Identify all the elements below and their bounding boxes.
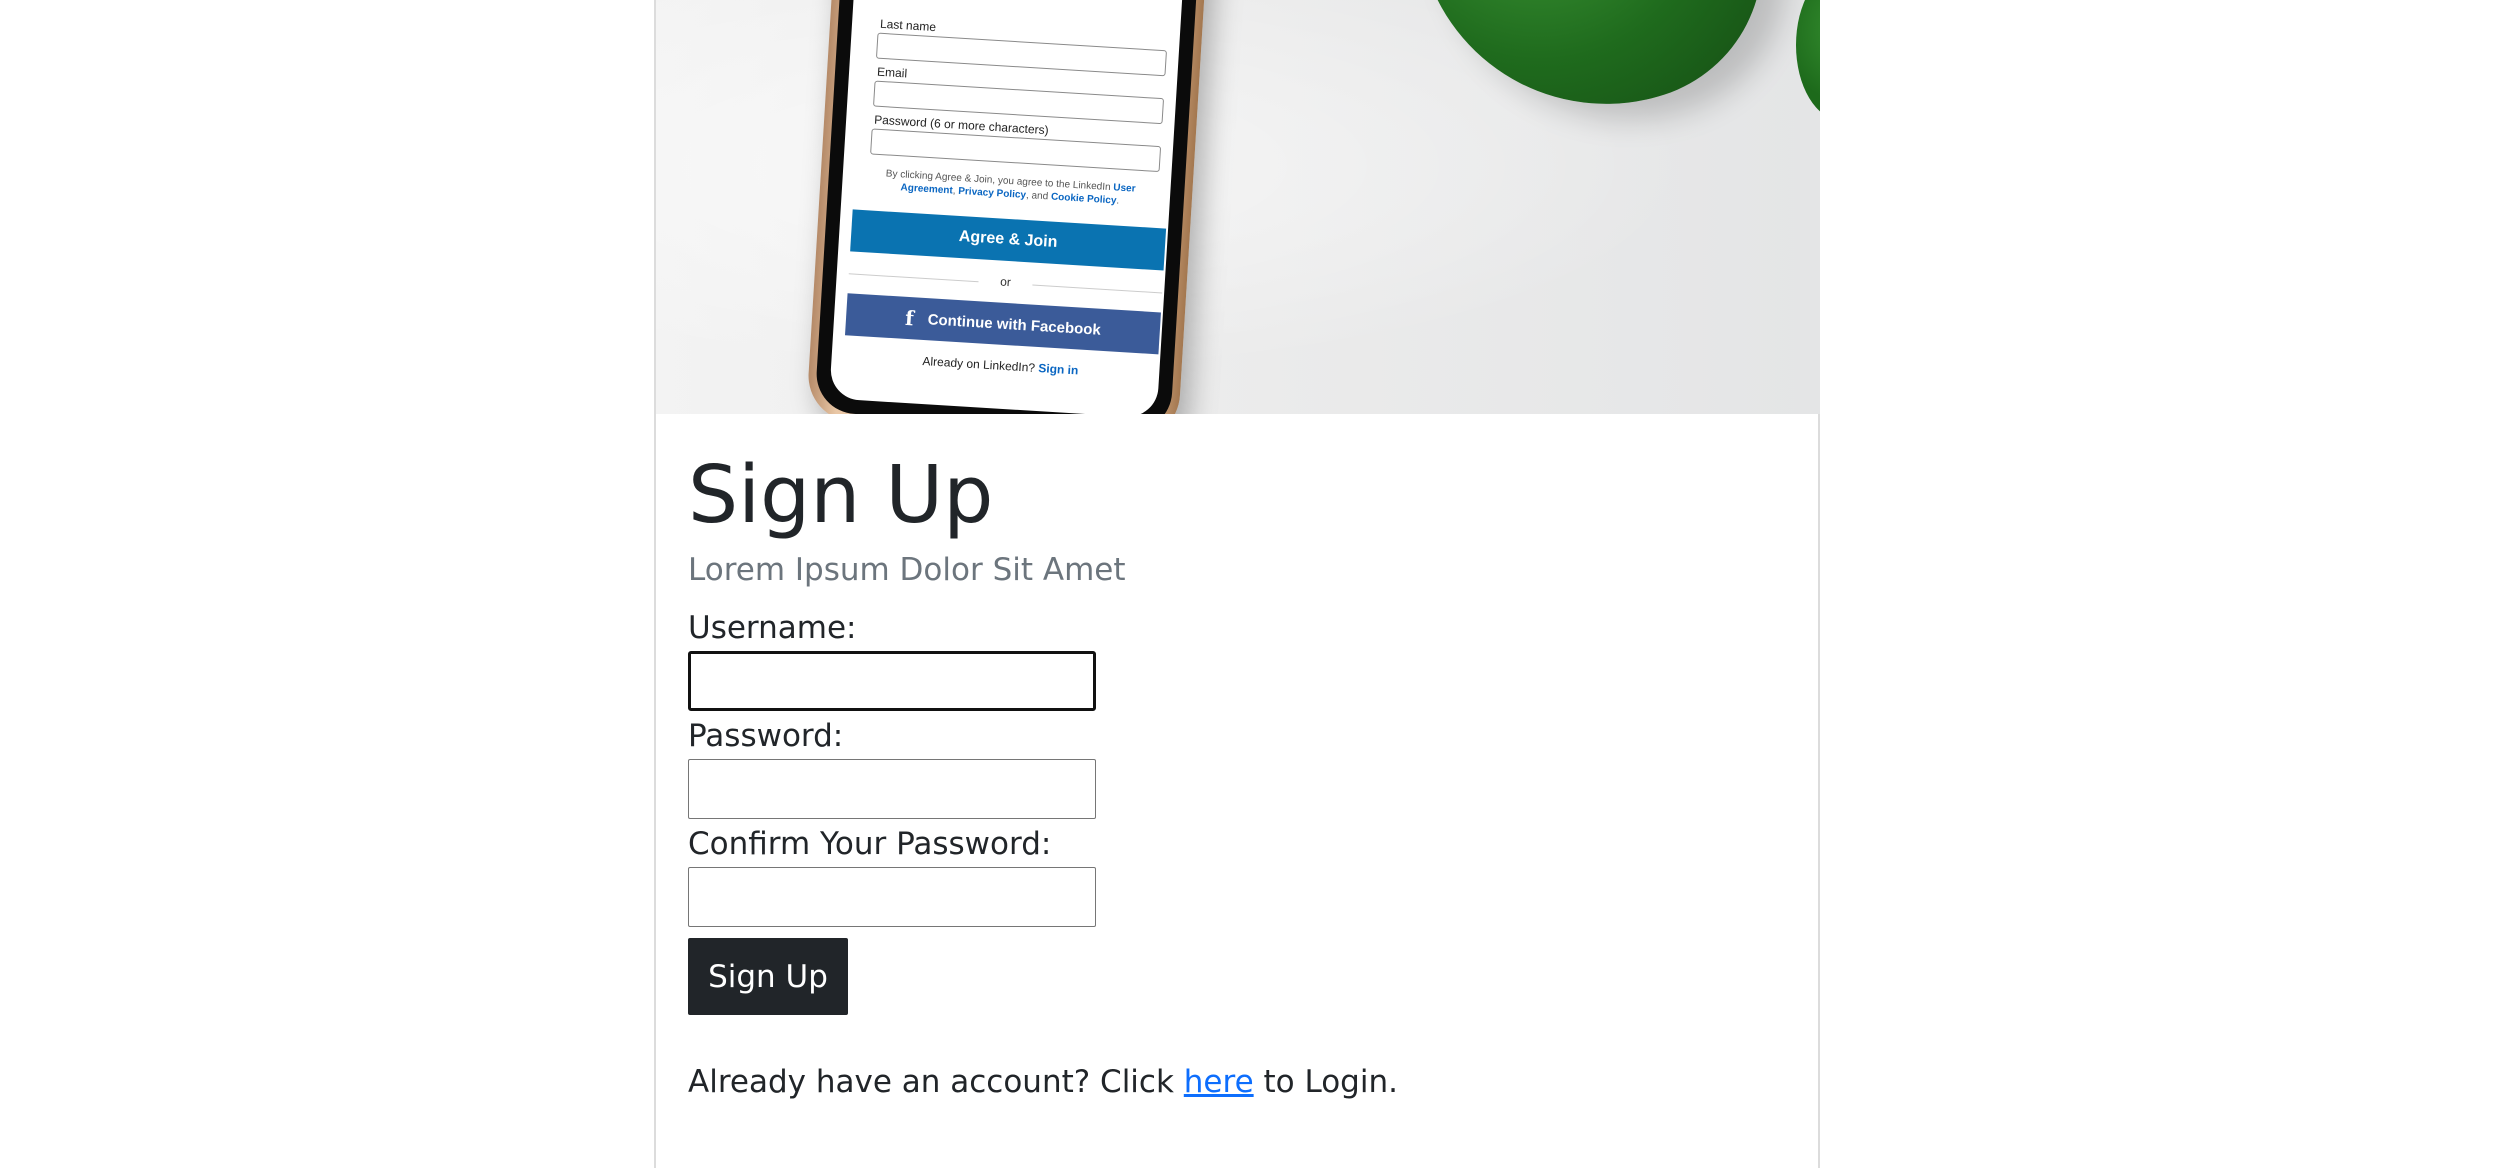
- phone-terms-text: By clicking Agree & Join, you agree to t…: [885, 168, 1136, 207]
- phone-mockup: Last name Email Password (6 or more char…: [805, 0, 1212, 414]
- phone-agree-button: Agree & Join: [850, 209, 1167, 271]
- phone-screen: Last name Email Password (6 or more char…: [829, 0, 1189, 414]
- page-subtitle: Lorem Ipsum Dolor Sit Amet: [688, 552, 1126, 588]
- confirm-password-label: Confirm Your Password:: [688, 826, 1052, 862]
- phone-email-label: Email: [876, 64, 908, 81]
- facebook-icon: f: [904, 305, 915, 331]
- username-label: Username:: [688, 610, 857, 646]
- username-input[interactable]: [688, 651, 1096, 711]
- confirm-password-input[interactable]: [688, 867, 1096, 927]
- signup-card: Last name Email Password (6 or more char…: [654, 0, 1820, 1168]
- phone-already-text: Already on LinkedIn? Sign in: [922, 353, 1079, 378]
- sign-up-button[interactable]: Sign Up: [688, 938, 848, 1015]
- phone-or-divider: or: [848, 265, 1162, 300]
- phone-last-name-label: Last name: [879, 16, 937, 35]
- phone-last-name-field: [875, 32, 1167, 77]
- login-link[interactable]: here: [1184, 1064, 1254, 1100]
- password-label: Password:: [688, 718, 844, 754]
- phone-facebook-button: f Continue with Facebook: [844, 293, 1161, 355]
- page-title: Sign Up: [688, 449, 994, 541]
- login-prompt: Already have an account? Click here to L…: [688, 1064, 1398, 1100]
- password-input[interactable]: [688, 759, 1096, 819]
- hero-image: Last name Email Password (6 or more char…: [656, 0, 1820, 414]
